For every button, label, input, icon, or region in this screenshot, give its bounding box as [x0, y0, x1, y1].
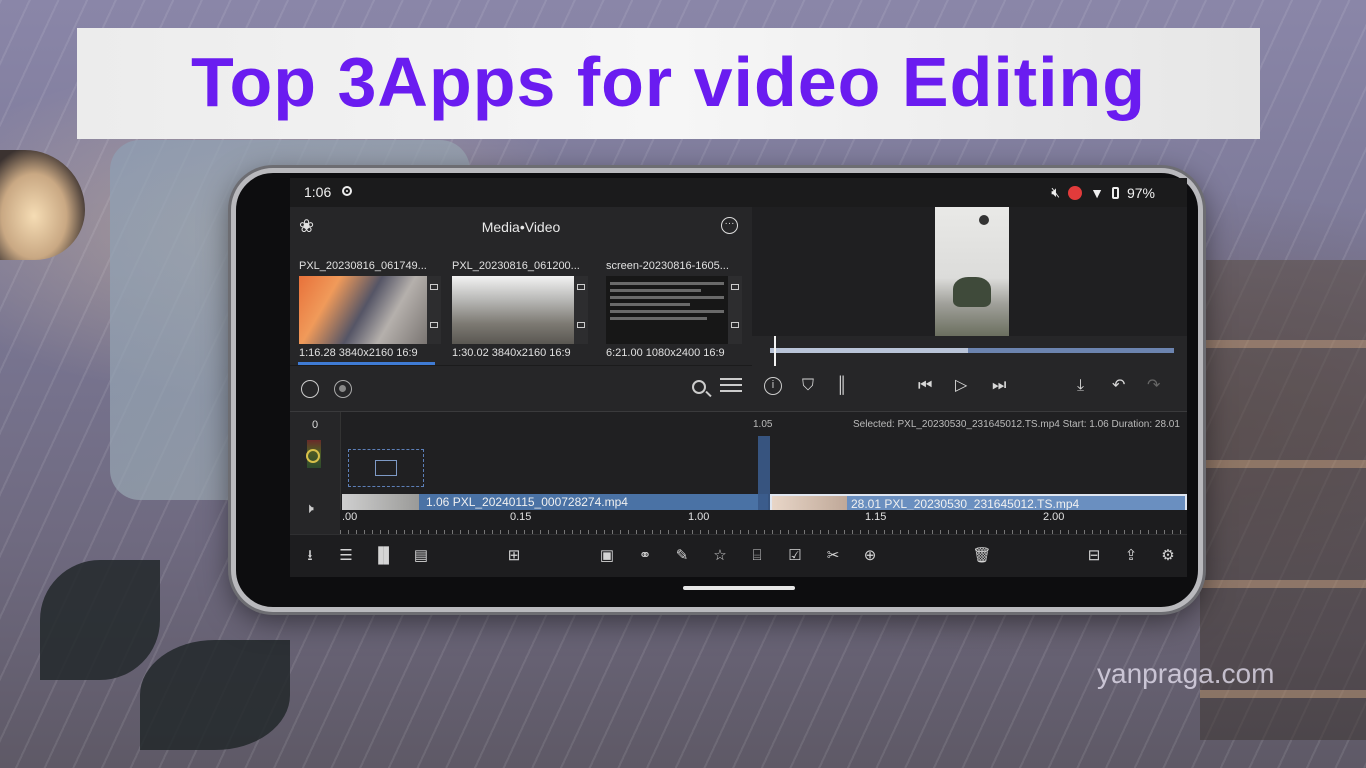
add-track-placeholder[interactable]	[348, 449, 424, 487]
ruler-label: 1.15	[865, 511, 887, 523]
skip-forward-icon[interactable]: ⏭	[992, 378, 1006, 394]
select-all-icon[interactable]	[301, 380, 319, 398]
skip-back-icon[interactable]: ⏮	[918, 378, 932, 394]
video-preview[interactable]	[752, 207, 1187, 336]
status-bar: 1:06 🔇︎ ▼ 97%	[290, 178, 1187, 207]
settings-icon[interactable]: ⚙	[1158, 546, 1178, 566]
home-indicator[interactable]	[683, 586, 795, 590]
clip-name: PXL_20230816_061749...	[299, 260, 427, 272]
scrub-bar[interactable]	[770, 348, 1174, 353]
favorite-icon[interactable]: ☆	[710, 546, 730, 566]
export-icon[interactable]: ⤓	[1077, 378, 1084, 394]
media-panel-title: Media•Video	[481, 219, 561, 235]
clip-thumbnail[interactable]	[452, 276, 594, 344]
time-ruler[interactable]: .00 0.15 1.00 1.15 2.00	[340, 510, 1187, 534]
watermark: yanpraga.com	[1097, 658, 1275, 689]
timeline-clip[interactable]: 1.06 PXL_20240115_000728274.mp4	[342, 494, 768, 510]
ruler-label: .00	[342, 511, 358, 523]
add-circle-icon[interactable]: ⊕	[860, 546, 880, 566]
clip-name: screen-20230816-1605...	[606, 260, 729, 272]
search-icon[interactable]	[692, 380, 706, 394]
sort-icon[interactable]	[720, 378, 742, 398]
clip-thumbnail[interactable]	[299, 276, 441, 344]
timeline-sidebar: 0 🕨︎	[290, 412, 341, 534]
status-time: 1:06	[304, 184, 332, 200]
ruler-label: 2.00	[1043, 511, 1065, 523]
ruler-label: 0.15	[510, 511, 532, 523]
delete-icon[interactable]: 🗑︎	[972, 546, 992, 566]
clipboard-icon[interactable]: ⌸	[747, 546, 767, 566]
link-icon[interactable]: ⚭	[635, 546, 655, 566]
clip-info: 1:16.28 3840x2160 16:9	[299, 347, 418, 359]
media-clip[interactable]: PXL_20230816_061200... 1:30.02 3840x2160…	[452, 260, 594, 359]
info-icon[interactable]: i	[764, 377, 782, 395]
add-layer-icon[interactable]: ⊞	[504, 546, 524, 566]
scrub-playhead[interactable]	[774, 336, 776, 366]
phone-screen: 1:06 🔇︎ ▼ 97% ❀ Media•Video ··· PXL_2023…	[290, 178, 1187, 577]
undo-icon[interactable]: ↶	[1112, 378, 1125, 394]
timeline: 0 🕨︎ 1.05 Selected: PXL_20230530_2316450…	[290, 412, 1187, 534]
clip-info: 6:21.00 1080x2400 16:9	[606, 347, 725, 359]
marker-icon[interactable]: ⛉	[802, 378, 814, 394]
recording-icon	[1068, 185, 1083, 200]
import-icon[interactable]: ⭳	[300, 546, 320, 566]
playhead-time: 1.05	[753, 419, 773, 430]
more-options-icon[interactable]: ···	[721, 217, 738, 234]
split-icon[interactable]: ║	[836, 378, 847, 394]
plant-decor	[140, 640, 290, 750]
share-icon[interactable]: ⇪	[1121, 546, 1141, 566]
scissors-icon[interactable]: ✂	[823, 546, 843, 566]
preview-frame	[935, 207, 1009, 336]
transition-icon[interactable]: ▣	[597, 546, 617, 566]
timeline-clip-label: 28.01 PXL_20230530_231645012.TS.mp4	[851, 497, 1080, 511]
film-icon	[375, 460, 397, 476]
edit-toolbar: ⭳ ☰ ▐▌ ▤ ⊞ ▣ ⚭ ✎ ☆ ⌸ ☑ ✂ ⊕ 🗑︎ ⊟ ⇪ ⚙	[290, 534, 1187, 577]
level-indicator-icon	[306, 449, 320, 463]
transport-panel: i ⛉ ║ ⏮ ▷ ⏭ ⤓ ↶ ↷	[752, 336, 1187, 412]
media-header: ❀ Media•Video ···	[290, 207, 752, 247]
clip-name: PXL_20230816_061200...	[452, 260, 580, 272]
checkbox-icon[interactable]: ☑	[785, 546, 805, 566]
media-panel: ❀ Media•Video ··· PXL_20230816_061749...…	[290, 207, 752, 413]
ruler-label: 1.00	[688, 511, 710, 523]
timeline-clip-selected[interactable]: 28.01 PXL_20230530_231645012.TS.mp4	[770, 494, 1187, 511]
title-banner: Top 3Apps for video Editing	[77, 28, 1260, 139]
layout-icon[interactable]: ⊟	[1084, 546, 1104, 566]
screen-record-icon	[342, 186, 352, 196]
filter-icon[interactable]	[334, 380, 352, 398]
plant-decor	[40, 560, 160, 680]
list-icon[interactable]: ☰	[336, 546, 356, 566]
selection-info: Selected: PXL_20230530_231645012.TS.mp4 …	[853, 419, 1180, 430]
redo-icon[interactable]: ↷	[1147, 378, 1160, 394]
battery-icon	[1111, 186, 1119, 199]
speaker-icon[interactable]: 🕨︎	[305, 500, 314, 517]
level-zero-label: 0	[312, 419, 319, 431]
clip-info: 1:30.02 3840x2160 16:9	[452, 347, 571, 359]
drive-icon[interactable]: ▤	[411, 546, 431, 566]
media-clip[interactable]: PXL_20230816_061749... 1:16.28 3840x2160…	[299, 260, 441, 359]
wifi-icon: ▼	[1090, 184, 1104, 201]
play-icon[interactable]: ▷	[955, 378, 967, 394]
mute-icon: 🔇︎	[1051, 184, 1061, 200]
timeline-clip-label: 1.06 PXL_20240115_000728274.mp4	[426, 495, 628, 509]
pen-icon[interactable]: ✎	[672, 546, 692, 566]
media-clip[interactable]: screen-20230816-1605... 6:21.00 1080x240…	[606, 260, 748, 359]
media-toolbar	[290, 365, 752, 413]
clip-thumbnail[interactable]	[606, 276, 748, 344]
banner-title: Top 3Apps for video Editing	[190, 43, 1147, 121]
barcode-icon[interactable]: ▐▌	[373, 546, 394, 566]
battery-percent: 97%	[1126, 184, 1155, 201]
